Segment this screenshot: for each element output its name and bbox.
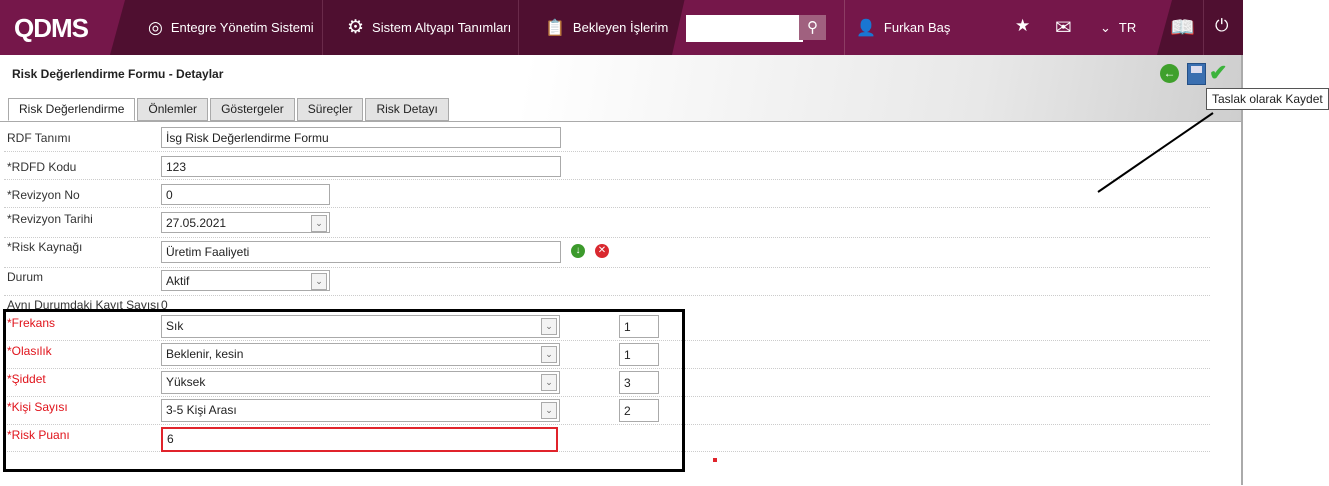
tooltip: Taslak olarak Kaydet xyxy=(1206,88,1329,110)
annotation-arrow xyxy=(1097,112,1214,193)
